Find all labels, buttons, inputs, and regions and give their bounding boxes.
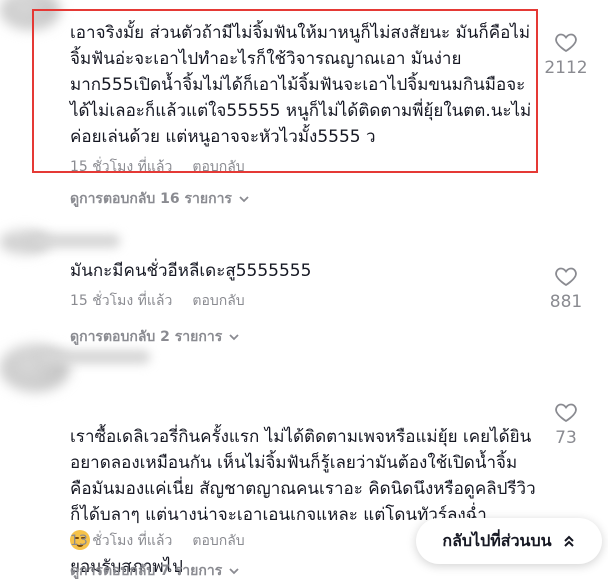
heart-icon bbox=[555, 403, 577, 423]
like-button[interactable]: 881 bbox=[542, 264, 590, 312]
heart-icon bbox=[555, 33, 577, 53]
reply-button[interactable]: ตอบกลับ bbox=[192, 156, 244, 178]
view-replies-button[interactable]: ดูการตอบกลับ 2 รายการ bbox=[70, 326, 240, 348]
view-replies-label: ดูการตอบกลับ 16 รายการ bbox=[70, 191, 232, 207]
view-replies-button[interactable]: ดูการตอบกลับ 16 รายการ bbox=[70, 188, 250, 210]
like-count: 73 bbox=[555, 428, 577, 448]
like-button[interactable]: 73 bbox=[542, 400, 590, 448]
view-replies-button[interactable]: ดูการตอบกลับ 7 รายการ bbox=[70, 560, 240, 582]
chevron-down-icon bbox=[229, 334, 239, 341]
reply-button[interactable]: ตอบกลับ bbox=[192, 530, 244, 552]
back-to-top-button[interactable]: กลับไปที่ส่วนบน bbox=[416, 518, 602, 564]
chevron-down-icon bbox=[239, 196, 249, 203]
view-replies-label: ดูการตอบกลับ 7 รายการ bbox=[70, 563, 223, 579]
comment-text-main: เราซื้อเดลิเวอรี่กินครั้งแรก ไม่ได้ติดตา… bbox=[70, 427, 536, 525]
like-count: 881 bbox=[549, 292, 583, 312]
comment-text: มันกะมีคนชั่วอีหลีเดะสู5555555 bbox=[70, 261, 312, 281]
comment-meta: 15 ชั่วโมง ที่แล้ว ตอบกลับ bbox=[70, 156, 245, 178]
heart-icon bbox=[555, 267, 577, 287]
commenter-name[interactable] bbox=[40, 350, 150, 364]
comment-text: เอาจริงมั้ย ส่วนตัวถ้ามีไม่จิ้มฟันให้มาห… bbox=[70, 23, 532, 147]
like-button[interactable]: 2112 bbox=[542, 30, 590, 78]
back-to-top-label: กลับไปที่ส่วนบน bbox=[442, 530, 552, 550]
commenter-name[interactable] bbox=[30, 234, 120, 248]
comment-meta: 13 ชั่วโมง ที่แล้ว ตอบกลับ bbox=[70, 530, 245, 552]
reply-button[interactable]: ตอบกลับ bbox=[192, 290, 244, 312]
view-replies-label: ดูการตอบกลับ 2 รายการ bbox=[70, 329, 223, 345]
like-count: 2112 bbox=[544, 58, 588, 78]
double-chevron-up-icon bbox=[563, 535, 574, 547]
comment-timestamp: 15 ชั่วโมง ที่แล้ว bbox=[70, 293, 173, 309]
commenter-avatar[interactable] bbox=[0, 0, 60, 30]
chevron-down-icon bbox=[229, 568, 239, 575]
comment-meta: 15 ชั่วโมง ที่แล้ว ตอบกลับ bbox=[70, 290, 245, 312]
comment-timestamp: 15 ชั่วโมง ที่แล้ว bbox=[70, 159, 173, 175]
comment-timestamp: 13 ชั่วโมง ที่แล้ว bbox=[70, 533, 173, 549]
